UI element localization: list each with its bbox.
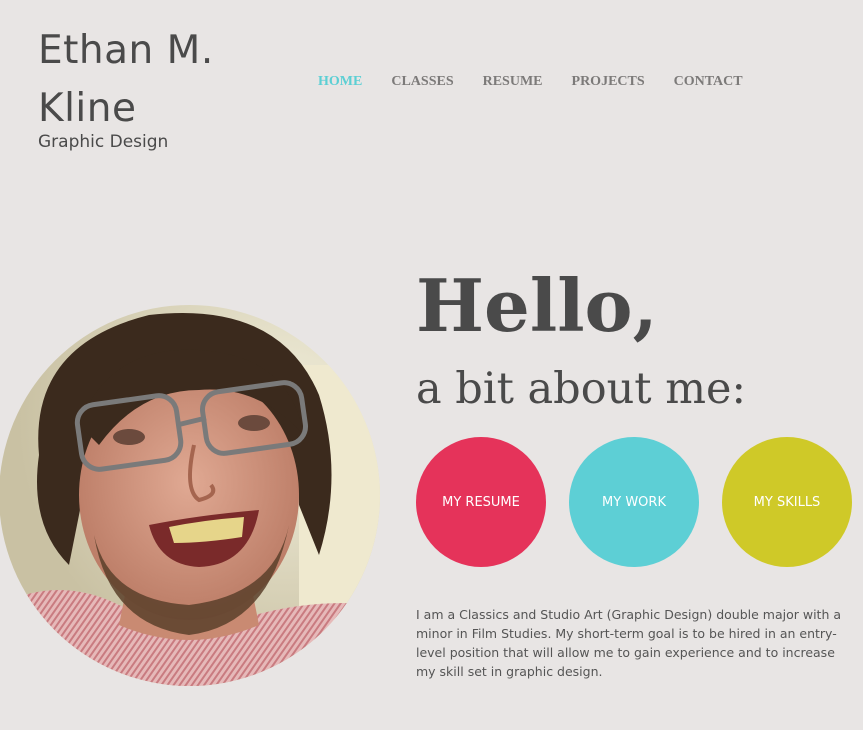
- nav-item-projects[interactable]: PROJECTS: [572, 74, 645, 90]
- my-resume-button[interactable]: MY RESUME: [416, 437, 546, 567]
- profile-photo: [0, 305, 380, 686]
- my-work-button[interactable]: MY WORK: [569, 437, 699, 567]
- hero-title: Hello,: [416, 263, 658, 348]
- bio-text: I am a Classics and Studio Art (Graphic …: [416, 607, 842, 679]
- my-skills-button[interactable]: MY SKILLS: [722, 437, 852, 567]
- nav-item-resume[interactable]: RESUME: [483, 74, 543, 90]
- site-title: Ethan M. Kline: [38, 28, 214, 131]
- site-subtitle: Graphic Design: [38, 132, 169, 152]
- nav-item-classes[interactable]: CLASSES: [391, 74, 453, 90]
- main-nav: HOME CLASSES RESUME PROJECTS CONTACT: [318, 74, 743, 90]
- nav-item-contact[interactable]: CONTACT: [674, 74, 743, 90]
- nav-item-home[interactable]: HOME: [318, 74, 362, 90]
- hero-subtitle: a bit about me:: [416, 364, 746, 414]
